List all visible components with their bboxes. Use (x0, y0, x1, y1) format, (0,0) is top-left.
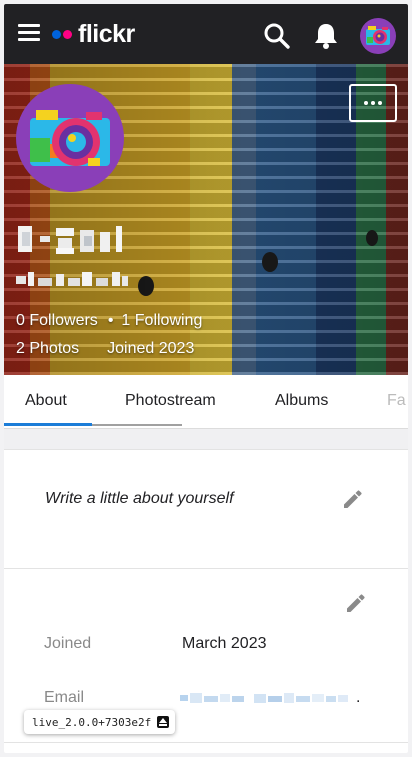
section-spacer (4, 429, 408, 449)
build-version-badge[interactable]: live_2.0.0+7303e2f (24, 710, 176, 734)
divider (4, 449, 408, 450)
following-count[interactable]: 1 Following (121, 312, 202, 329)
email-suffix: . (356, 689, 361, 706)
pencil-edit-icon[interactable] (345, 592, 367, 614)
followers-count[interactable]: 0 Followers (16, 312, 98, 329)
profile-avatar[interactable] (16, 84, 124, 192)
tab-photostream[interactable]: Photostream (125, 392, 216, 410)
stats-separator: • (107, 312, 114, 329)
top-navigation-bar: flickr (4, 4, 408, 64)
search-icon[interactable] (263, 22, 291, 50)
more-options-button[interactable] (349, 84, 397, 122)
profile-cover-photo: 0 Followers • 1 Following 2 Photos Joined 2… (4, 64, 408, 375)
divider (4, 568, 408, 569)
more-options-icon (364, 101, 368, 105)
active-tab-indicator (4, 423, 92, 426)
email-label: Email (44, 689, 85, 706)
profile-tabs: About Photostream Albums Fa (4, 375, 408, 429)
photos-count: 2 Photos (16, 340, 80, 357)
logo-blue-dot (52, 29, 61, 39)
divider (4, 742, 408, 743)
joined-value: March 2023 (182, 635, 267, 652)
build-version-text: live_2.0.0+7303e2f (32, 715, 152, 729)
tab-faves[interactable]: Fa (387, 392, 406, 410)
joined-year: Joined 2023 (107, 340, 195, 357)
user-avatar[interactable] (360, 18, 396, 54)
username-redacted (16, 270, 128, 290)
follow-stats: 0 Followers • 1 Following (16, 312, 202, 330)
display-name-redacted (18, 222, 128, 258)
logo-text: flickr (78, 19, 135, 48)
tab-albums[interactable]: Albums (275, 392, 328, 410)
flickr-logo[interactable]: flickr (52, 18, 135, 50)
tab-about[interactable]: About (25, 392, 67, 410)
joined-label: Joined (44, 635, 92, 652)
photo-stats: 2 Photos Joined 2023 (16, 340, 194, 358)
eject-icon[interactable] (157, 716, 170, 728)
bell-icon[interactable] (313, 22, 339, 50)
email-redacted (180, 691, 356, 705)
about-description-placeholder[interactable]: Write a little about yourself (45, 490, 234, 508)
logo-pink-dot (63, 29, 72, 39)
hamburger-menu-icon[interactable] (18, 24, 40, 42)
tab-scroll-track (92, 424, 182, 426)
flickr-mobile-page: flickr 0 Followers • 1 Following 2 Photo… (4, 4, 408, 753)
pencil-edit-icon[interactable] (342, 488, 364, 510)
